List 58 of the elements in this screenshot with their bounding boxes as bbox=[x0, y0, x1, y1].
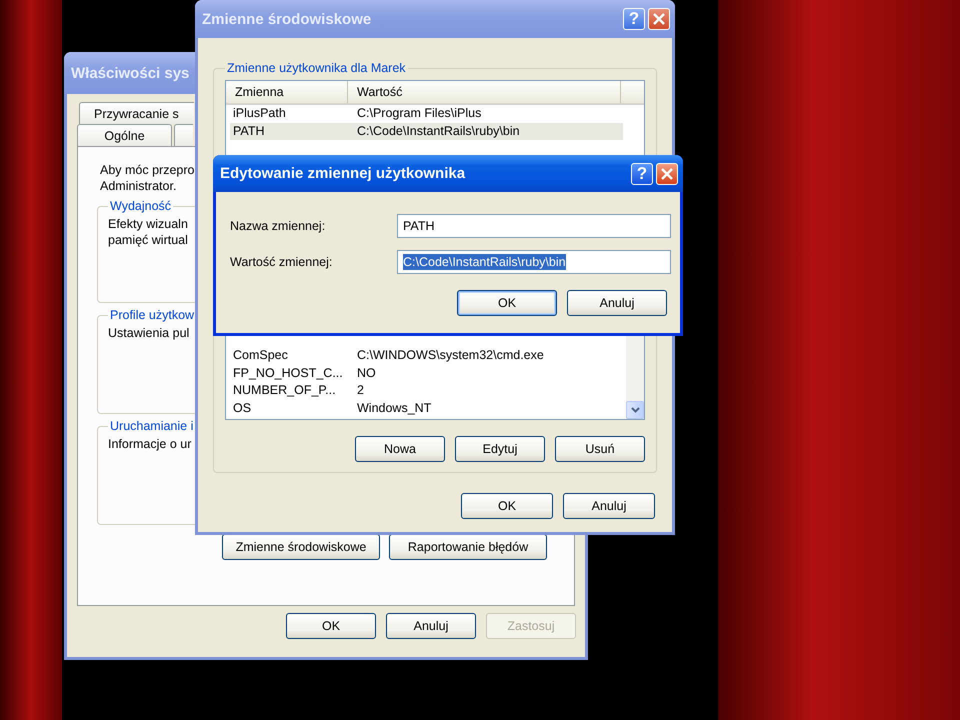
table-cell-text: iPlusPath bbox=[232, 105, 287, 122]
list-row[interactable]: iPlusPath C:\Program Files\iPlus bbox=[230, 105, 623, 122]
help-button[interactable]: ? bbox=[631, 162, 653, 184]
table-cell-text: 2 bbox=[357, 382, 365, 399]
chevron-down-icon bbox=[630, 407, 640, 413]
dialog-button[interactable]: OK bbox=[457, 290, 557, 316]
table-cell-text: Windows_NT bbox=[357, 400, 432, 416]
input-field[interactable]: PATH bbox=[397, 214, 671, 238]
close-button[interactable] bbox=[648, 8, 670, 30]
scroll-down-button[interactable] bbox=[626, 401, 644, 419]
group-text: Ustawienia pul bbox=[108, 326, 190, 340]
description-text: Aby móc przepro bbox=[100, 163, 194, 177]
tab[interactable] bbox=[174, 124, 193, 146]
description-text: Administrator. bbox=[100, 179, 176, 193]
close-icon bbox=[653, 13, 665, 25]
dialog-button[interactable]: OK bbox=[286, 613, 376, 639]
column-header[interactable]: Zmienna bbox=[226, 81, 348, 103]
table-cell-text: FP_NO_HOST_C... bbox=[232, 364, 344, 382]
table-cell-text: C:\Program Files\iPlus bbox=[357, 105, 482, 122]
table-cell-text: ComSpec bbox=[232, 347, 289, 364]
panel-button[interactable]: Raportowanie błędów bbox=[389, 534, 547, 560]
list-row[interactable]: ComSpec C:\WINDOWS\system32\cmd.exe bbox=[230, 347, 623, 364]
table-cell-text: C:\WINDOWS\system32\cmd.exe bbox=[357, 347, 545, 364]
window-title: Zmienne środowiskowe bbox=[202, 10, 372, 28]
group-text: Efekty wizualn bbox=[108, 217, 188, 231]
group-title: Profile użytkow bbox=[109, 307, 196, 323]
field-label: Nazwa zmiennej: bbox=[230, 219, 326, 233]
close-button[interactable] bbox=[656, 162, 678, 184]
list-row[interactable]: FP_NO_HOST_C... NO bbox=[230, 364, 623, 382]
table-cell-text: C:\Code\InstantRails\ruby\bin bbox=[357, 122, 521, 140]
list-row[interactable]: OS Windows_NT bbox=[230, 400, 623, 417]
group-text: Informacje o ur bbox=[108, 437, 192, 451]
dialog-button[interactable]: Anuluj bbox=[386, 613, 476, 639]
close-icon bbox=[661, 168, 673, 180]
window-title: Właściwości sys bbox=[71, 64, 190, 82]
window-title: Edytowanie zmiennej użytkownika bbox=[220, 165, 466, 182]
dialog-button[interactable]: Anuluj bbox=[567, 290, 667, 316]
list-button[interactable]: Usuń bbox=[555, 436, 645, 462]
tab[interactable]: Przywracanie s bbox=[79, 102, 194, 124]
input-field[interactable]: C:\Code\InstantRails\ruby\bin bbox=[397, 250, 671, 274]
panel-button[interactable]: Zmienne środowiskowe bbox=[222, 534, 380, 560]
group-title: Wydajność bbox=[109, 198, 172, 214]
list-row[interactable]: PATH C:\Code\InstantRails\ruby\bin bbox=[230, 122, 623, 140]
table-cell-text: NUMBER_OF_P... bbox=[232, 382, 337, 399]
group-text: pamięć wirtual bbox=[108, 233, 188, 247]
dialog-button[interactable]: OK bbox=[461, 493, 553, 519]
dialog-button[interactable]: Anuluj bbox=[563, 493, 655, 519]
column-header[interactable]: Wartość bbox=[348, 81, 621, 103]
list-button[interactable]: Edytuj bbox=[455, 436, 545, 462]
group-title: Uruchamianie i bbox=[109, 418, 194, 434]
list-row[interactable]: NUMBER_OF_P... 2 bbox=[230, 382, 623, 400]
tab[interactable]: Ogólne bbox=[77, 124, 172, 146]
list-button[interactable]: Nowa bbox=[355, 436, 445, 462]
table-cell-text: PATH bbox=[232, 122, 266, 140]
table-cell-text: OS bbox=[232, 400, 252, 416]
group-title: Zmienne użytkownika dla Marek bbox=[226, 60, 407, 76]
field-label: Wartość zmiennej: bbox=[230, 255, 334, 269]
table-cell-text: NO bbox=[357, 364, 377, 382]
